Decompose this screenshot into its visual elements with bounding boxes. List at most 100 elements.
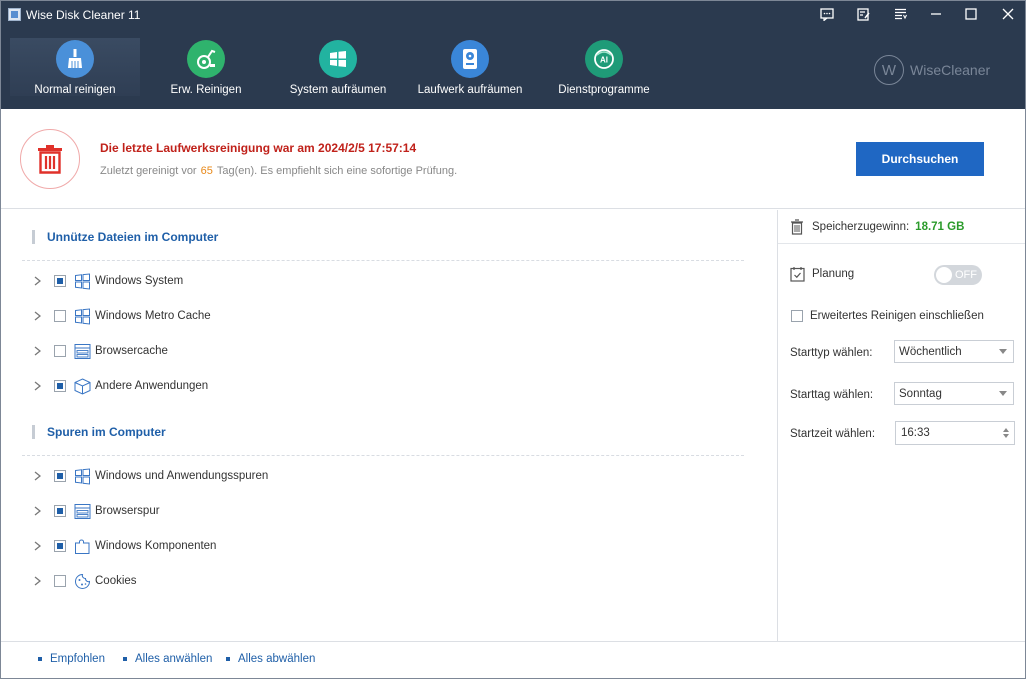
title-bar: Wise Disk Cleaner 11	[0, 0, 1026, 30]
list-item-windows-metro-cache[interactable]: Windows Metro Cache	[32, 307, 211, 325]
start-time-input[interactable]: 16:33	[895, 421, 1015, 445]
start-day-select[interactable]: Sonntag	[894, 382, 1014, 405]
brand-name: WiseCleaner	[910, 62, 991, 78]
spin-up-icon[interactable]	[1003, 428, 1009, 432]
checkbox[interactable]	[54, 345, 66, 357]
browser-icon	[73, 502, 91, 520]
scan-button[interactable]: Durchsuchen	[856, 142, 984, 176]
start-time-value: 16:33	[901, 427, 930, 439]
start-type-value: Wöchentlich	[899, 345, 962, 358]
divider	[778, 243, 1026, 244]
start-day-label: Starttag wählen:	[790, 389, 874, 401]
days-count: 65	[200, 165, 213, 177]
nav-system-cleanup[interactable]: System aufräumen	[282, 38, 394, 96]
chevron-right-icon[interactable]	[32, 471, 42, 481]
chevron-right-icon[interactable]	[32, 346, 42, 356]
vacuum-icon	[187, 40, 225, 78]
trash-small-icon	[791, 219, 803, 235]
toggle-knob	[936, 267, 952, 283]
maximize-button[interactable]	[953, 0, 989, 28]
list-item-label: Windows Metro Cache	[95, 310, 211, 322]
list-item-windows-system[interactable]: Windows System	[32, 272, 183, 290]
footer-bar: Empfohlen Alles anwählen Alles abwählen	[0, 641, 1026, 679]
menu-button[interactable]	[882, 0, 918, 28]
spin-down-icon[interactable]	[1003, 434, 1009, 438]
nav-label: Dienstprogramme	[558, 84, 650, 96]
chevron-right-icon[interactable]	[32, 541, 42, 551]
list-item-windows-components[interactable]: Windows Komponenten	[32, 537, 216, 555]
chevron-right-icon[interactable]	[32, 381, 42, 391]
divider	[22, 260, 744, 261]
app-logo-icon	[8, 8, 21, 21]
list-item-label: Cookies	[95, 575, 137, 587]
package-icon	[73, 377, 91, 395]
notes-button[interactable]	[845, 0, 881, 28]
chevron-right-icon[interactable]	[32, 576, 42, 586]
hint-suffix: Tag(en). Es empfiehlt sich eine sofortig…	[216, 165, 458, 177]
dropdown-arrow-icon	[999, 349, 1007, 354]
top-bar: Wise Disk Cleaner 11 Normal reinigen Erw…	[0, 0, 1026, 109]
window-title: Wise Disk Cleaner 11	[26, 8, 141, 22]
list-item-label: Browsercache	[95, 345, 168, 357]
deselect-all-link[interactable]: Alles abwählen	[226, 653, 315, 665]
list-item-windows-app-traces[interactable]: Windows und Anwendungsspuren	[32, 467, 268, 485]
schedule-toggle[interactable]: OFF	[934, 265, 982, 285]
feedback-button[interactable]	[809, 0, 845, 28]
chevron-right-icon[interactable]	[32, 506, 42, 516]
minimize-icon	[931, 13, 941, 15]
section-title-junk[interactable]: Unnütze Dateien im Computer	[32, 230, 218, 244]
ai-icon: AI	[585, 40, 623, 78]
trash-icon	[20, 129, 80, 189]
checkbox[interactable]	[54, 505, 66, 517]
nav-label: Normal reinigen	[34, 84, 116, 96]
list-item-browser-traces[interactable]: Browserspur	[32, 502, 160, 520]
gain-label: Speicherzugewinn:	[812, 221, 910, 233]
feedback-icon	[820, 7, 834, 21]
nav-normal-clean[interactable]: Normal reinigen	[10, 38, 140, 96]
section-title-traces[interactable]: Spuren im Computer	[32, 425, 166, 439]
maximize-icon	[965, 8, 977, 20]
schedule-row: Planung	[790, 266, 854, 282]
extended-clean-label: Erweitertes Reinigen einschließen	[810, 310, 984, 322]
minimize-button[interactable]	[918, 0, 954, 28]
last-clean-hint: Zuletzt gereinigt vor 65 Tag(en). Es empfi…	[100, 165, 457, 177]
close-button[interactable]	[990, 0, 1026, 28]
last-clean-message: Die letzte Laufwerksreinigung war am 202…	[100, 141, 417, 155]
start-time-label: Startzeit wählen:	[790, 428, 876, 440]
schedule-label: Planung	[812, 268, 855, 280]
time-spinner[interactable]	[1003, 428, 1009, 438]
browser-icon	[73, 342, 91, 360]
recommended-link[interactable]: Empfohlen	[38, 653, 105, 665]
checkbox[interactable]	[54, 310, 66, 322]
list-item-other-applications[interactable]: Andere Anwendungen	[32, 377, 208, 395]
extended-clean-checkbox[interactable]	[791, 310, 803, 322]
list-item-label: Andere Anwendungen	[95, 380, 209, 392]
list-item-label: Browserspur	[95, 505, 160, 517]
list-item-label: Windows Komponenten	[95, 540, 217, 552]
checkbox[interactable]	[54, 275, 66, 287]
start-type-select[interactable]: Wöchentlich	[894, 340, 1014, 363]
list-item-cookies[interactable]: Cookies	[32, 572, 137, 590]
checkbox[interactable]	[54, 540, 66, 552]
chevron-right-icon[interactable]	[32, 311, 42, 321]
windows-grid-icon	[73, 272, 91, 290]
checkbox[interactable]	[54, 380, 66, 392]
cookie-icon	[73, 572, 91, 590]
list-item-browsercache[interactable]: Browsercache	[32, 342, 168, 360]
nav-utilities[interactable]: AI Dienstprogramme	[548, 38, 660, 96]
extended-clean-option[interactable]: Erweitertes Reinigen einschließen	[791, 310, 984, 322]
start-day-value: Sonntag	[899, 387, 942, 400]
calendar-check-icon	[790, 267, 805, 282]
nav-advanced-clean[interactable]: Erw. Reinigen	[150, 38, 262, 96]
nav-drive-cleanup[interactable]: Laufwerk aufräumen	[414, 38, 526, 96]
list-item-label: Windows und Anwendungsspuren	[95, 470, 269, 482]
brand-logo: W WiseCleaner	[874, 55, 990, 85]
select-all-link[interactable]: Alles anwählen	[123, 653, 212, 665]
checkbox[interactable]	[54, 575, 66, 587]
chevron-right-icon[interactable]	[32, 276, 42, 286]
divider	[22, 455, 744, 456]
cleanup-list: Unnütze Dateien im Computer Windows Syst…	[0, 210, 777, 641]
svg-text:AI: AI	[600, 56, 608, 65]
checkbox[interactable]	[54, 470, 66, 482]
toggle-text: OFF	[955, 269, 977, 281]
